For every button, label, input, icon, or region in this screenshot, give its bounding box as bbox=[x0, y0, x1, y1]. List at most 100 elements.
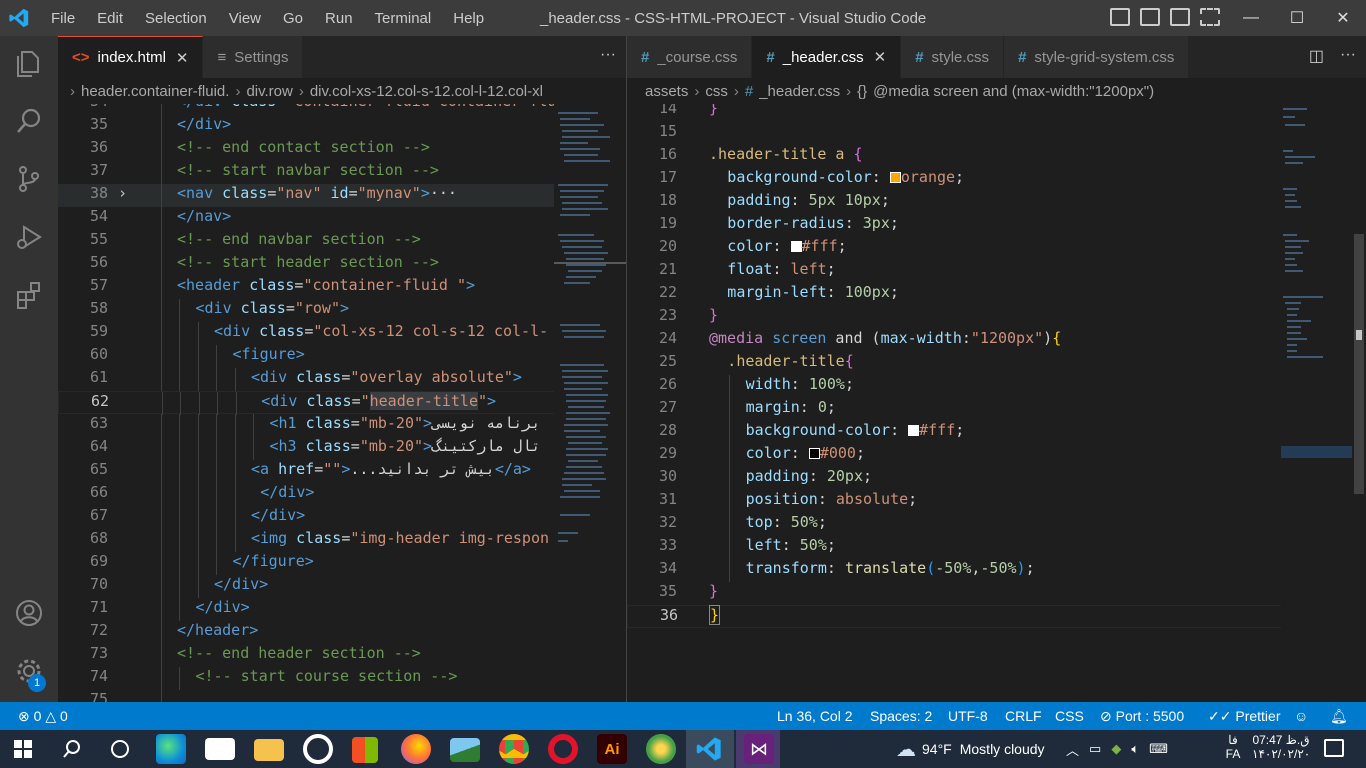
breadcrumb-item[interactable]: _header.css bbox=[759, 83, 840, 100]
code-line[interactable]: 21 float: left; bbox=[627, 260, 1366, 283]
indentation[interactable]: Spaces: 2 bbox=[870, 708, 932, 724]
minimize-icon[interactable]: — bbox=[1228, 0, 1274, 36]
accounts-icon[interactable] bbox=[14, 598, 44, 628]
vertical-scrollbar[interactable] bbox=[1352, 104, 1366, 702]
code-line[interactable]: 61 <div class="overlay absolute"> bbox=[58, 368, 626, 391]
battery-icon[interactable]: ▭ bbox=[1089, 741, 1101, 757]
breadcrumb-item[interactable]: div.row bbox=[246, 83, 292, 100]
code-line[interactable]: 71 </div> bbox=[58, 598, 626, 621]
tab-style-grid-system-css[interactable]: # style-grid-system.css bbox=[1004, 36, 1190, 78]
minimap-left[interactable] bbox=[554, 104, 626, 702]
code-line[interactable]: 24 @media screen and (max-width:"1200px")… bbox=[627, 329, 1366, 352]
internet-download-manager-icon[interactable] bbox=[646, 734, 676, 764]
minimap-right[interactable] bbox=[1281, 104, 1353, 702]
code-line[interactable]: 27 margin: 0; bbox=[627, 398, 1366, 421]
vscode-taskbar-icon[interactable] bbox=[695, 735, 723, 763]
code-line[interactable]: 38 › <nav class="nav" id="mynav">··· bbox=[58, 184, 626, 207]
menu-selection[interactable]: Selection bbox=[134, 10, 218, 27]
code-editor-left[interactable]: 34 </div class="container-fluid container… bbox=[58, 104, 626, 702]
code-line[interactable]: 36} bbox=[627, 605, 1366, 628]
speaker-icon[interactable]: 🔈︎ bbox=[1131, 741, 1139, 757]
menu-edit[interactable]: Edit bbox=[86, 10, 134, 27]
clock[interactable]: ق.ظ 07:47 ۱۴۰۲/۰۲/۲۰ bbox=[1252, 733, 1310, 761]
source-control-icon[interactable] bbox=[14, 164, 44, 194]
run-debug-icon[interactable] bbox=[14, 222, 44, 252]
close-tab-icon[interactable]: ✕ bbox=[874, 48, 887, 66]
code-line[interactable]: 70 </div> bbox=[58, 575, 626, 598]
code-line[interactable]: 16 .header-title a { bbox=[627, 145, 1366, 168]
code-line[interactable]: 31 position: absolute; bbox=[627, 490, 1366, 513]
problems-indicator[interactable]: ⊗ 0 △ 0 bbox=[18, 708, 68, 725]
code-line[interactable]: 35 </div> bbox=[58, 115, 626, 138]
live-server-port[interactable]: ⊘ Port : 5500 bbox=[1100, 708, 1184, 725]
tab-index-html[interactable]: <> index.html ✕ bbox=[58, 36, 204, 78]
keyboard-icon[interactable]: ⌨ bbox=[1149, 741, 1168, 757]
code-line[interactable]: 14} bbox=[627, 104, 1366, 122]
code-line[interactable]: 74 <!-- start course section --> bbox=[58, 667, 626, 690]
opera-icon[interactable] bbox=[548, 734, 578, 764]
code-line[interactable]: 28 background-color: #fff; bbox=[627, 421, 1366, 444]
language-mode[interactable]: CSS bbox=[1055, 708, 1084, 724]
photos-icon[interactable] bbox=[450, 738, 480, 762]
code-line[interactable]: 22 margin-left: 100px; bbox=[627, 283, 1366, 306]
code-line[interactable]: 56 <!-- start header section --> bbox=[58, 253, 626, 276]
code-line[interactable]: 35} bbox=[627, 582, 1366, 605]
code-line[interactable]: 69 </figure> bbox=[58, 552, 626, 575]
close-tab-icon[interactable]: ✕ bbox=[176, 49, 189, 67]
code-line[interactable]: 17 background-color: orange; bbox=[627, 168, 1366, 191]
menu-terminal[interactable]: Terminal bbox=[364, 10, 443, 27]
breadcrumb-item[interactable]: css bbox=[705, 83, 728, 100]
tab-header-css[interactable]: # _header.css ✕ bbox=[752, 36, 902, 78]
more-actions-icon[interactable]: ··· bbox=[600, 46, 616, 64]
code-line[interactable]: 59 <div class="col-xs-12 col-s-12 col-l- bbox=[58, 322, 626, 345]
maximize-icon[interactable]: ☐ bbox=[1274, 0, 1320, 36]
close-window-icon[interactable]: ✕ bbox=[1320, 0, 1366, 36]
code-line[interactable]: 72 </header> bbox=[58, 621, 626, 644]
code-line[interactable]: 18 padding: 5px 10px; bbox=[627, 191, 1366, 214]
code-line[interactable]: 66 </div> bbox=[58, 483, 626, 506]
toggle-sidebar-icon[interactable] bbox=[1110, 8, 1130, 26]
code-line[interactable]: 58 <div class="row"> bbox=[58, 299, 626, 322]
action-center-icon[interactable] bbox=[1324, 739, 1344, 757]
idm-tray-icon[interactable]: ◆ bbox=[1111, 741, 1121, 757]
visual-studio-icon[interactable]: ⋈ bbox=[744, 734, 774, 764]
code-line[interactable]: 63 <h1 class="mb-20">برنامه نویسی bbox=[58, 414, 626, 437]
notifications-bell-icon[interactable]: 🔔︎ bbox=[1330, 708, 1348, 725]
toggle-panel-icon[interactable] bbox=[1140, 8, 1160, 26]
code-line[interactable]: 68 <img class="img-header img-respon bbox=[58, 529, 626, 552]
code-line[interactable]: 37 <!-- start navbar section --> bbox=[58, 161, 626, 184]
groove-music-icon[interactable] bbox=[303, 734, 333, 764]
windows-start-icon[interactable] bbox=[14, 740, 32, 758]
microsoft-store-icon[interactable] bbox=[352, 737, 378, 763]
code-line[interactable]: 34 transform: translate(-50%,-50%); bbox=[627, 559, 1366, 582]
code-line[interactable]: 64 <h3 class="mb-20">تال مارکتینگ bbox=[58, 437, 626, 460]
code-line[interactable]: 30 padding: 20px; bbox=[627, 467, 1366, 490]
code-line[interactable]: 29 color: #000; bbox=[627, 444, 1366, 467]
menu-go[interactable]: Go bbox=[272, 10, 314, 27]
task-view-icon[interactable] bbox=[110, 739, 130, 759]
weather-widget[interactable]: ☁ 94°F Mostly cloudy bbox=[896, 730, 1045, 768]
code-line[interactable]: 34 </div class="container-fluid container… bbox=[58, 104, 626, 115]
search-icon[interactable] bbox=[14, 106, 44, 136]
breadcrumb-item[interactable]: header.container-fluid. bbox=[81, 83, 229, 100]
code-line[interactable]: 54 </nav> bbox=[58, 207, 626, 230]
menu-help[interactable]: Help bbox=[442, 10, 495, 27]
encoding[interactable]: UTF-8 bbox=[948, 708, 988, 724]
breadcrumb-item[interactable]: @media screen and (max-width:"1200px") bbox=[873, 83, 1154, 100]
code-line[interactable]: 15 bbox=[627, 122, 1366, 145]
tab-style-css[interactable]: # style.css bbox=[901, 36, 1005, 78]
feedback-icon[interactable]: ☺ bbox=[1294, 708, 1308, 724]
extensions-icon[interactable] bbox=[14, 280, 44, 310]
chevron-up-icon[interactable]: ︿ bbox=[1066, 740, 1079, 759]
taskbar-search-icon[interactable] bbox=[62, 739, 82, 759]
tab-course-css[interactable]: # _course.css bbox=[627, 36, 753, 78]
file-explorer-icon[interactable] bbox=[254, 739, 284, 761]
breadcrumb-item[interactable]: assets bbox=[645, 83, 688, 100]
breadcrumb-item[interactable]: div.col-xs-12.col-s-12.col-l-12.col-xl bbox=[310, 83, 543, 100]
end-of-line[interactable]: CRLF bbox=[1005, 708, 1042, 724]
code-line[interactable]: 25 .header-title{ bbox=[627, 352, 1366, 375]
menu-run[interactable]: Run bbox=[314, 10, 364, 27]
code-line[interactable]: 33 left: 50%; bbox=[627, 536, 1366, 559]
prettier-status[interactable]: ✓✓ Prettier bbox=[1208, 708, 1280, 725]
code-line[interactable]: 57 <header class="container-fluid "> bbox=[58, 276, 626, 299]
